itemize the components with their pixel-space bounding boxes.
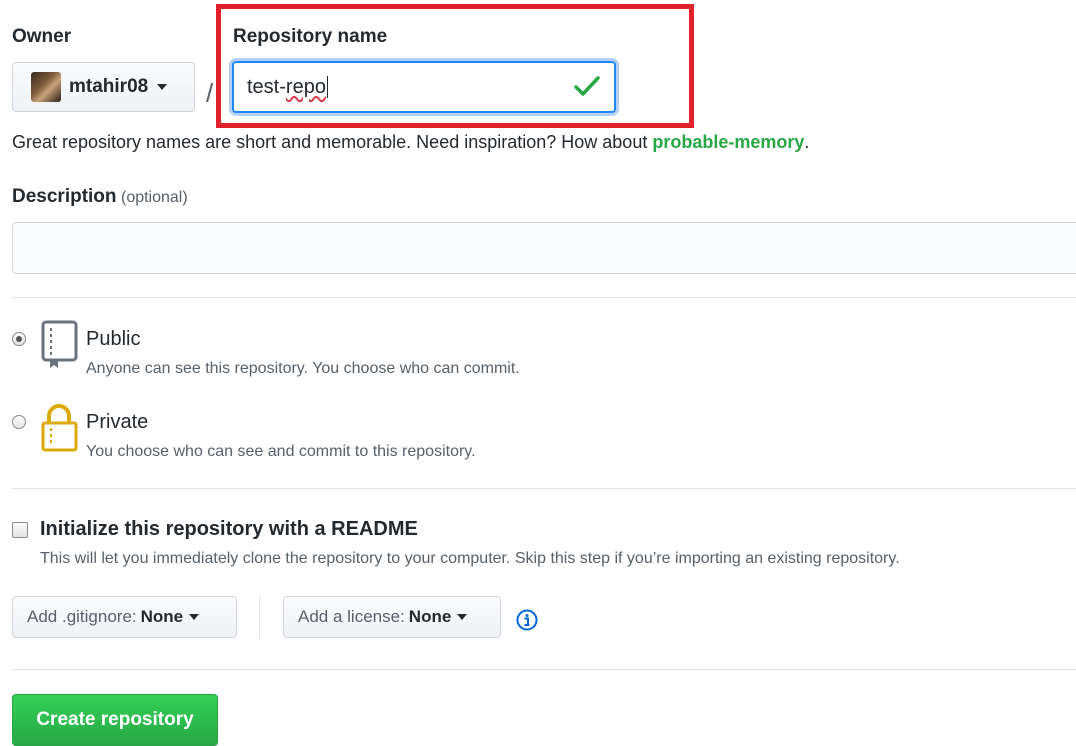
owner-repo-separator: / bbox=[206, 78, 214, 108]
owner-label: Owner bbox=[12, 26, 72, 47]
info-icon[interactable] bbox=[516, 609, 538, 631]
chevron-down-icon bbox=[189, 614, 200, 620]
owner-dropdown[interactable]: mtahir08 bbox=[12, 62, 195, 112]
repo-name-input[interactable]: test-repo bbox=[232, 61, 616, 113]
chevron-down-icon bbox=[457, 614, 468, 620]
private-option-desc: You choose who can see and commit to thi… bbox=[86, 443, 476, 460]
license-dropdown[interactable]: Add a license: None bbox=[283, 596, 501, 638]
readme-desc: This will let you immediately clone the … bbox=[40, 550, 900, 567]
text-cursor bbox=[326, 76, 328, 98]
repo-name-value: test-repo bbox=[247, 75, 326, 98]
divider bbox=[12, 669, 1076, 670]
readme-checkbox[interactable] bbox=[12, 522, 28, 538]
checkmark-icon bbox=[574, 76, 600, 96]
gitignore-dropdown[interactable]: Add .gitignore: None bbox=[12, 596, 237, 638]
owner-name: mtahir08 bbox=[69, 76, 149, 97]
divider bbox=[12, 488, 1076, 489]
chevron-down-icon bbox=[157, 84, 168, 90]
divider bbox=[12, 297, 1076, 298]
description-label: Description (optional) bbox=[12, 186, 188, 207]
radio-private[interactable] bbox=[12, 415, 26, 429]
readme-title: Initialize this repository with a README bbox=[40, 518, 418, 540]
private-option-title: Private bbox=[86, 411, 149, 433]
repo-name-label: Repository name bbox=[233, 26, 388, 47]
lock-icon bbox=[41, 404, 78, 452]
public-option-desc: Anyone can see this repository. You choo… bbox=[86, 360, 520, 377]
create-repository-button[interactable]: Create repository bbox=[12, 694, 218, 746]
radio-public[interactable] bbox=[12, 332, 26, 346]
description-input[interactable] bbox=[12, 222, 1076, 274]
repo-name-hint: Great repository names are short and mem… bbox=[12, 132, 810, 152]
repo-book-icon bbox=[41, 320, 78, 368]
public-option-title: Public bbox=[86, 328, 141, 350]
avatar bbox=[31, 72, 61, 102]
name-suggestion-link[interactable]: probable-memory bbox=[652, 132, 804, 152]
dropdown-separator bbox=[259, 596, 260, 638]
